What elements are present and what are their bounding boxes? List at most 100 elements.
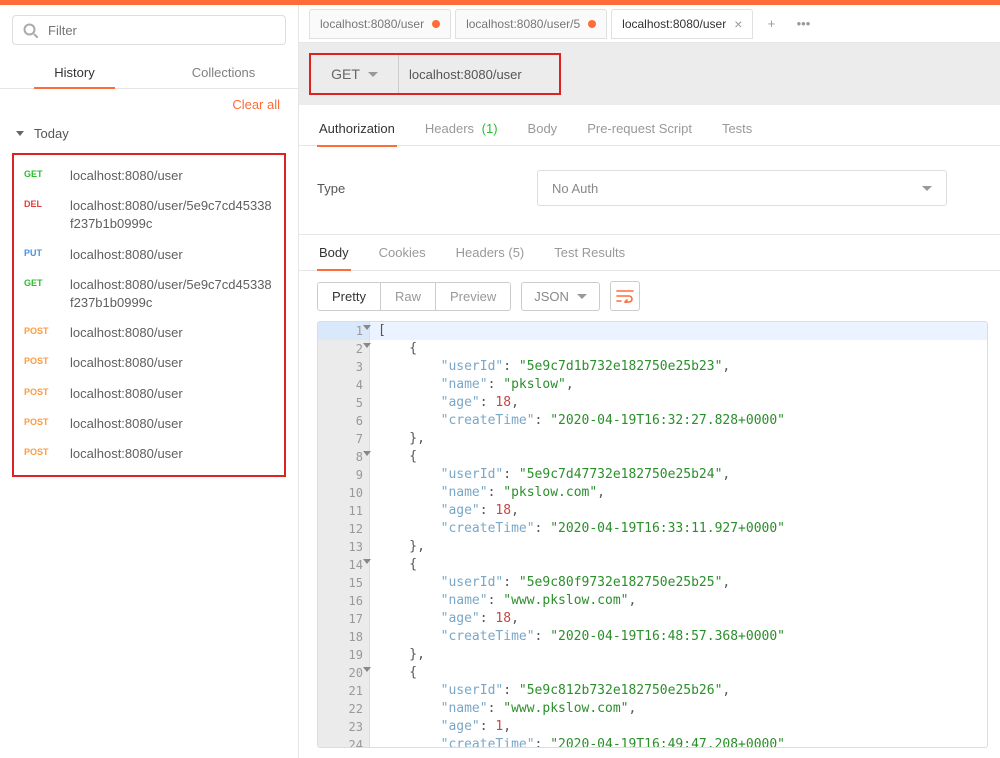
reqtab-prerequest[interactable]: Pre-request Script [585,115,694,146]
wrap-icon [616,289,634,303]
filter-input[interactable] [48,23,275,38]
history-item[interactable]: GET localhost:8080/user [20,161,278,191]
editor-line: 4 "name": "pkslow", [318,376,987,394]
request-tabbar: localhost:8080/user localhost:8080/user/5… [299,5,1000,43]
resptab-cookies[interactable]: Cookies [377,235,428,270]
method-selector[interactable]: GET [311,55,399,93]
history-item[interactable]: POSTlocalhost:8080/user [20,318,278,348]
editor-line: 1[ [318,322,987,340]
resptab-headers[interactable]: Headers (5) [454,235,527,270]
view-raw[interactable]: Raw [380,283,435,310]
view-preview[interactable]: Preview [435,283,510,310]
wrap-lines-button[interactable] [610,281,640,311]
history-item[interactable]: POSTlocalhost:8080/user [20,379,278,409]
fold-icon[interactable] [363,451,371,456]
reqtab-body[interactable]: Body [526,115,560,146]
history-url: localhost:8080/user [70,167,274,185]
view-pretty[interactable]: Pretty [318,283,380,310]
history-item[interactable]: GETlocalhost:8080/user/5e9c7cd45338f237b… [20,270,278,318]
history-url: localhost:8080/user [70,324,274,342]
history-method-badge: POST [24,356,64,366]
resptab-body[interactable]: Body [317,235,351,270]
line-number: 20 [318,664,370,682]
code-content: "name": "www.pkslow.com", [370,700,636,718]
resptab-headers-label: Headers [456,245,505,260]
history-item[interactable]: DELlocalhost:8080/user/5e9c7cd45338f237b… [20,191,278,239]
editor-line: 7 }, [318,430,987,448]
code-content: "name": "www.pkslow.com", [370,592,636,610]
fold-icon[interactable] [363,667,371,672]
close-icon[interactable]: × [734,16,742,32]
request-tab[interactable]: localhost:8080/user/5 [455,9,607,39]
code-content: "age": 18, [370,610,519,628]
tab-overflow-button[interactable]: ••• [789,10,817,38]
filter-input-wrap[interactable] [12,15,286,45]
new-tab-button[interactable]: + [757,10,785,38]
history-item[interactable]: PUTlocalhost:8080/user [20,240,278,270]
method-label: GET [331,66,360,82]
line-number: 9 [318,466,370,484]
editor-line: 11 "age": 18, [318,502,987,520]
chevron-down-icon [922,186,932,191]
line-number: 15 [318,574,370,592]
history-list: GET localhost:8080/user DELlocalhost:8080/… [12,153,286,477]
fold-icon[interactable] [363,343,371,348]
response-editor[interactable]: 1[2 {3 "userId": "5e9c7d1b732e182750e25b… [317,321,988,748]
editor-line: 17 "age": 18, [318,610,987,628]
line-number: 13 [318,538,370,556]
history-url: localhost:8080/user/5e9c7cd45338f237b1b0… [70,197,274,233]
line-number: 14 [318,556,370,574]
code-content: "name": "pkslow.com", [370,484,605,502]
tab-label: localhost:8080/user/5 [466,17,580,31]
code-content: { [370,448,417,466]
sidebar-tab-history[interactable]: History [0,55,149,88]
line-number: 23 [318,718,370,736]
line-number: 4 [318,376,370,394]
fold-icon[interactable] [363,559,371,564]
code-content: "createTime": "2020-04-19T16:49:47.208+0… [370,736,785,748]
code-content: "name": "pkslow", [370,376,574,394]
editor-line: 3 "userId": "5e9c7d1b732e182750e25b23", [318,358,987,376]
editor-line: 6 "createTime": "2020-04-19T16:32:27.828… [318,412,987,430]
code-content: { [370,664,417,682]
request-tab[interactable]: localhost:8080/user× [611,9,753,39]
resptab-testresults[interactable]: Test Results [552,235,627,270]
language-select[interactable]: JSON [521,282,600,311]
history-item[interactable]: POSTlocalhost:8080/user [20,409,278,439]
history-method-badge: POST [24,387,64,397]
today-label: Today [34,126,69,141]
history-section-today[interactable]: Today [0,120,298,147]
history-url: localhost:8080/user [70,354,274,372]
fold-icon[interactable] [363,325,371,330]
editor-line: 18 "createTime": "2020-04-19T16:48:57.36… [318,628,987,646]
reqtab-headers-label: Headers [425,121,474,136]
history-item[interactable]: POSTlocalhost:8080/user [20,439,278,469]
line-number: 8 [318,448,370,466]
clear-all-link[interactable]: Clear all [232,97,280,112]
line-number: 21 [318,682,370,700]
code-content: }, [370,538,425,556]
line-number: 1 [318,322,370,340]
reqtab-tests[interactable]: Tests [720,115,754,146]
history-method-badge: GET [24,169,64,179]
code-content: "userId": "5e9c7d47732e182750e25b24", [370,466,730,484]
code-content: "userId": "5e9c812b732e182750e25b26", [370,682,730,700]
history-item[interactable]: POST localhost:8080/user [20,348,278,378]
editor-line: 23 "age": 1, [318,718,987,736]
editor-line: 22 "name": "www.pkslow.com", [318,700,987,718]
reqtab-headers[interactable]: Headers (1) [423,115,500,146]
history-method-badge: GET [24,278,64,288]
auth-type-select[interactable]: No Auth [537,170,947,206]
code-content: [ [370,322,386,340]
sidebar-tab-collections[interactable]: Collections [149,55,298,88]
url-input[interactable]: localhost:8080/user [399,55,559,93]
request-tab[interactable]: localhost:8080/user [309,9,451,39]
line-number: 18 [318,628,370,646]
caret-down-icon [16,131,24,136]
editor-line: 2 { [318,340,987,358]
line-number: 6 [318,412,370,430]
reqtab-authorization[interactable]: Authorization [317,115,397,146]
line-number: 10 [318,484,370,502]
editor-line: 19 }, [318,646,987,664]
editor-line: 14 { [318,556,987,574]
